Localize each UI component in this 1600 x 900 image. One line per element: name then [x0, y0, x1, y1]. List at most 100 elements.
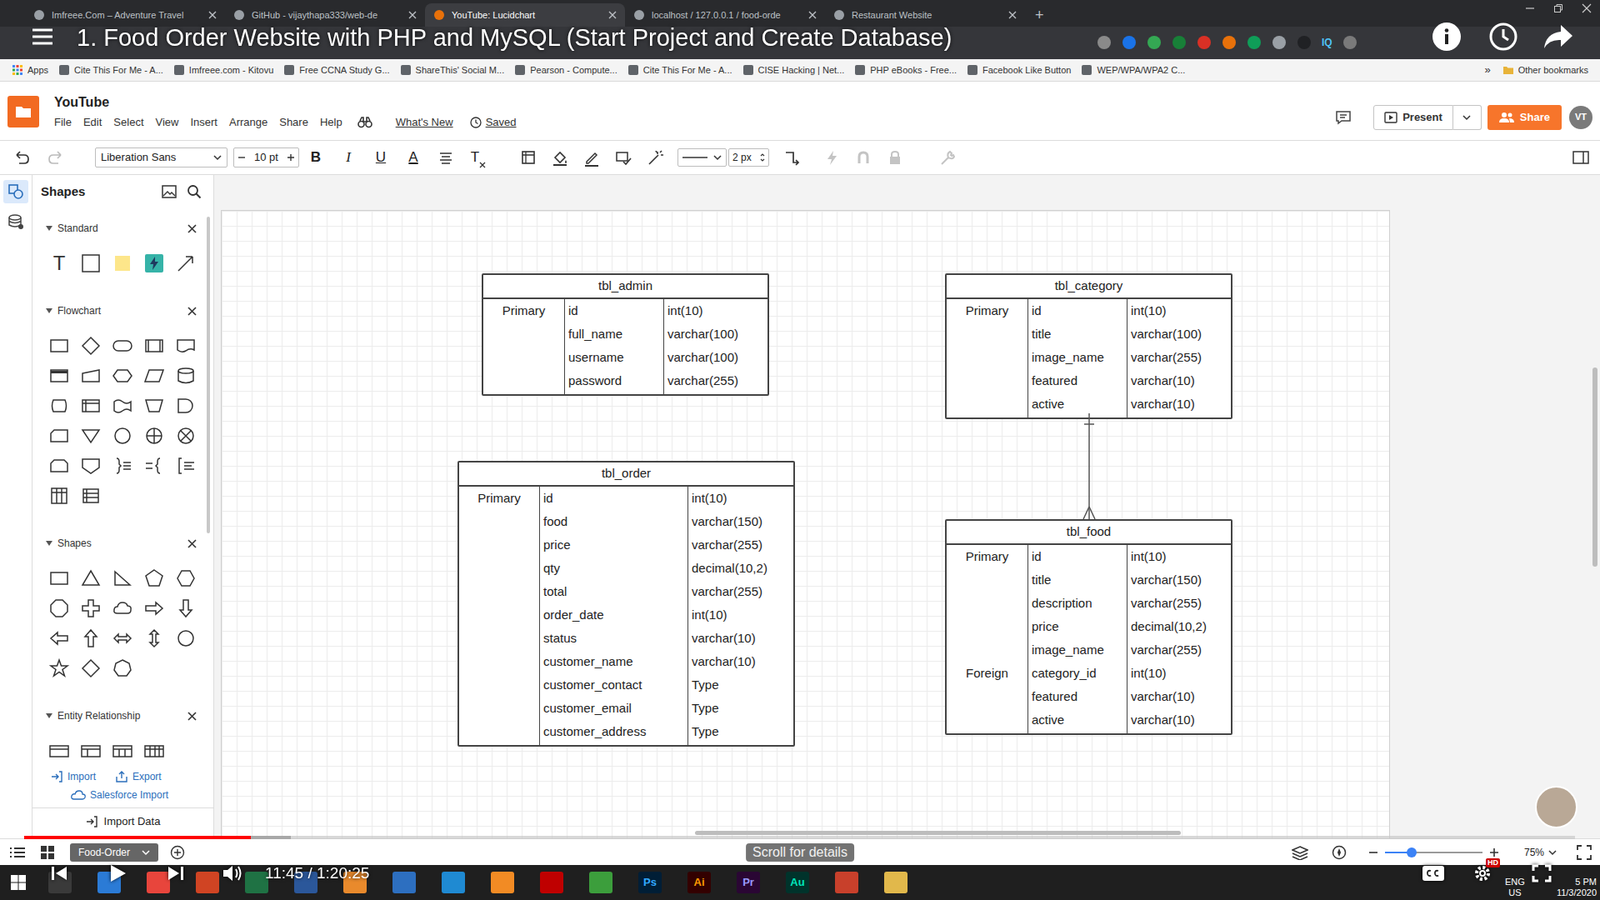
extension-icon[interactable] — [1296, 35, 1312, 50]
shape-tile-icon[interactable] — [138, 563, 170, 594]
page-grid-icon[interactable] — [40, 845, 55, 860]
shape-tile-icon[interactable] — [138, 390, 170, 421]
menu-item[interactable]: Help — [320, 115, 343, 130]
extension-icon[interactable] — [1342, 35, 1358, 50]
action-lightning-icon[interactable] — [138, 248, 170, 279]
er-table[interactable]: tbl_foodPrimaryForeignidtitledescription… — [945, 519, 1233, 735]
taskbar-app[interactable] — [540, 871, 564, 894]
magic-wand-icon[interactable] — [645, 148, 665, 167]
shape-tile-icon[interactable] — [75, 593, 107, 624]
taskbar-app[interactable] — [245, 871, 269, 894]
zoom-slider-track[interactable] — [1385, 851, 1483, 854]
shape-tile-icon[interactable] — [75, 390, 107, 421]
shape-tile-icon[interactable] — [138, 450, 170, 481]
close-section-icon[interactable] — [187, 306, 197, 316]
undo-icon[interactable] — [12, 148, 33, 167]
taskbar-app[interactable] — [195, 871, 220, 894]
bookmark[interactable]: Cite This For Me - A... — [58, 63, 164, 78]
shape-tile-icon[interactable] — [138, 623, 170, 654]
extension-label[interactable]: IQ — [1321, 35, 1333, 50]
shape-tile-icon[interactable] — [106, 420, 139, 451]
bookmark[interactable]: Cite This For Me - A... — [627, 63, 733, 78]
font-family-select[interactable]: Liberation Sans — [95, 147, 228, 168]
menu-item[interactable]: Insert — [190, 115, 218, 130]
close-icon[interactable] — [608, 10, 617, 20]
comment-icon[interactable] — [1335, 110, 1352, 125]
zoom-select[interactable]: 75% — [1524, 845, 1557, 860]
bookmark[interactable]: PHP eBooks - Free... — [854, 63, 957, 78]
shapes-library-icon[interactable] — [3, 180, 29, 204]
shape-tile-icon[interactable] — [75, 480, 107, 511]
binoculars-icon[interactable] — [357, 116, 373, 129]
add-page-icon[interactable] — [170, 845, 185, 860]
share-arrow-icon[interactable] — [1542, 22, 1575, 51]
bookmark[interactable]: Apps — [11, 63, 49, 78]
magnet-icon[interactable] — [854, 148, 873, 167]
taskbar-app[interactable] — [884, 871, 908, 894]
zoom-slider-knob[interactable] — [1406, 847, 1417, 858]
redo-icon[interactable] — [45, 148, 65, 167]
close-section-icon[interactable] — [187, 711, 197, 721]
bookmark[interactable]: CISE Hacking | Net... — [742, 63, 845, 78]
shape-tile-icon[interactable] — [106, 330, 139, 361]
format-clear-button[interactable]: T — [469, 146, 488, 169]
menu-item[interactable]: File — [54, 115, 72, 130]
shape-tile-icon[interactable] — [170, 330, 202, 361]
shape-tile-icon[interactable] — [106, 653, 139, 684]
shape-tile-icon[interactable] — [106, 450, 139, 481]
info-icon[interactable] — [1431, 21, 1462, 52]
channel-avatar[interactable] — [1535, 785, 1578, 829]
extension-icon[interactable] — [1246, 35, 1262, 50]
lightning-icon[interactable] — [822, 148, 841, 167]
taskbar-app[interactable]: Ai — [687, 871, 711, 894]
page-list-icon[interactable] — [9, 845, 26, 860]
shape-tile-icon[interactable] — [75, 735, 107, 766]
rectangle-shape-icon[interactable] — [75, 248, 107, 279]
shape-tile-icon[interactable] — [170, 390, 202, 421]
menu-item[interactable]: View — [155, 115, 180, 130]
lucid-logo-icon[interactable] — [7, 95, 40, 128]
sticky-note-icon[interactable] — [106, 248, 139, 279]
line-width-stepper[interactable]: 2 px — [728, 148, 770, 167]
shape-tile-icon[interactable] — [138, 593, 170, 624]
extension-icon[interactable] — [1171, 35, 1187, 50]
shape-tile-icon[interactable] — [43, 653, 75, 684]
extension-icon[interactable] — [1196, 35, 1212, 50]
bookmark[interactable]: WEP/WPA/WPA2 C... — [1080, 63, 1185, 78]
compass-icon[interactable] — [1331, 845, 1347, 860]
extension-icon[interactable] — [1121, 35, 1137, 50]
taskbar-app[interactable] — [146, 871, 170, 894]
shape-tile-icon[interactable] — [75, 563, 107, 594]
align-icon[interactable] — [436, 148, 455, 167]
shape-tile-icon[interactable] — [170, 563, 202, 594]
format-color-button[interactable]: A — [404, 146, 423, 169]
taskbar-app[interactable] — [835, 871, 859, 894]
bookmark[interactable]: Free CCNA Study G... — [283, 63, 390, 78]
hamburger-menu-icon[interactable] — [30, 27, 55, 46]
section-header[interactable]: Entity Relationship — [32, 704, 214, 728]
shape-tile-icon[interactable] — [170, 450, 202, 481]
relationship-connector[interactable] — [1080, 413, 1098, 520]
watch-later-icon[interactable] — [1488, 21, 1519, 52]
page-tab[interactable]: Food-Order — [70, 843, 159, 862]
minimize-icon[interactable] — [1525, 3, 1535, 14]
extension-icon[interactable] — [1146, 35, 1162, 50]
shape-tile-icon[interactable] — [170, 360, 202, 391]
wrench-icon[interactable] — [937, 148, 956, 167]
taskbar-app[interactable]: Ps — [638, 871, 662, 894]
shape-tile-icon[interactable] — [170, 623, 202, 654]
menu-item[interactable]: Select — [113, 115, 144, 130]
present-button[interactable]: Present — [1373, 105, 1454, 130]
image-search-icon[interactable] — [161, 185, 177, 199]
text-tool[interactable]: T — [43, 248, 75, 279]
extension-icon[interactable] — [1096, 35, 1112, 50]
bookmark[interactable]: Pearson - Compute... — [514, 63, 618, 78]
bookmark[interactable]: Imfreee.com - Kitovu — [173, 63, 274, 78]
format-underline-button[interactable]: U — [371, 146, 390, 169]
shape-tile-icon[interactable] — [43, 735, 75, 766]
shape-tile-icon[interactable] — [43, 563, 75, 594]
menu-item[interactable]: Share — [279, 115, 309, 130]
er-table[interactable]: tbl_categoryPrimaryidtitleimage_namefeat… — [945, 273, 1233, 420]
panel-toggle-icon[interactable] — [1571, 150, 1590, 165]
menu-item[interactable]: Arrange — [229, 115, 268, 130]
